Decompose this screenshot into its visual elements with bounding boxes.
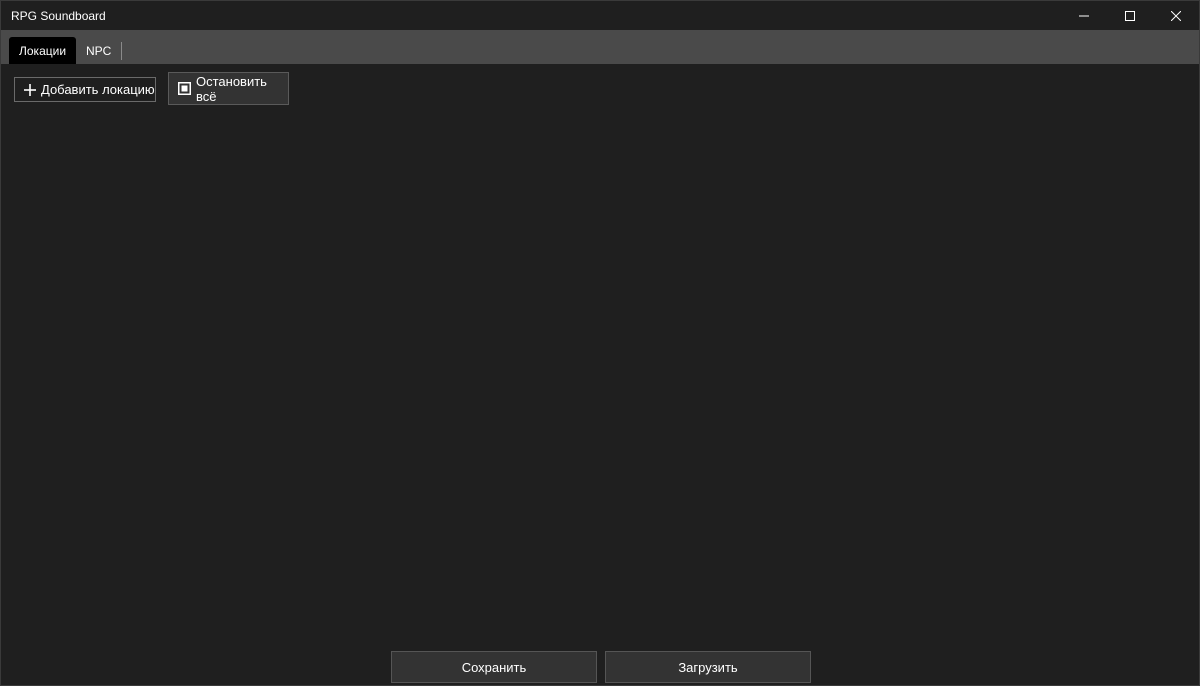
add-location-label: Добавить локацию: [41, 82, 155, 97]
minimize-button[interactable]: [1061, 1, 1107, 30]
window-controls: [1061, 1, 1199, 30]
save-button[interactable]: Сохранить: [391, 651, 597, 683]
tab-npc[interactable]: NPC: [76, 37, 121, 64]
add-location-button[interactable]: Добавить локацию: [14, 77, 156, 102]
load-label: Загрузить: [678, 659, 738, 675]
tab-label: Локации: [19, 43, 67, 58]
maximize-icon: [1125, 10, 1135, 21]
title-bar: RPG Soundboard: [1, 1, 1199, 30]
tab-locations[interactable]: Локации: [9, 37, 77, 64]
window-title: RPG Soundboard: [11, 8, 106, 23]
locations-panel: [1, 114, 1199, 644]
toolbar: Добавить локацию Остановить всё: [1, 64, 1199, 114]
stop-icon: [178, 82, 191, 95]
save-label: Сохранить: [461, 659, 527, 675]
close-button[interactable]: [1153, 1, 1199, 30]
stop-all-button[interactable]: Остановить всё: [168, 72, 289, 105]
plus-icon: [24, 83, 36, 96]
footer-bar: Сохранить Загрузить: [1, 650, 1199, 684]
tab-divider: [121, 42, 123, 60]
load-button[interactable]: Загрузить: [605, 651, 811, 683]
app-window: RPG Soundboard Локации NPC Добавить лока…: [0, 0, 1200, 686]
maximize-button[interactable]: [1107, 1, 1153, 30]
stop-all-label: Остановить всё: [196, 73, 267, 104]
tab-strip: Локации NPC: [1, 30, 1199, 64]
close-icon: [1171, 10, 1181, 21]
minimize-icon: [1079, 11, 1089, 21]
tab-label: NPC: [86, 43, 112, 58]
